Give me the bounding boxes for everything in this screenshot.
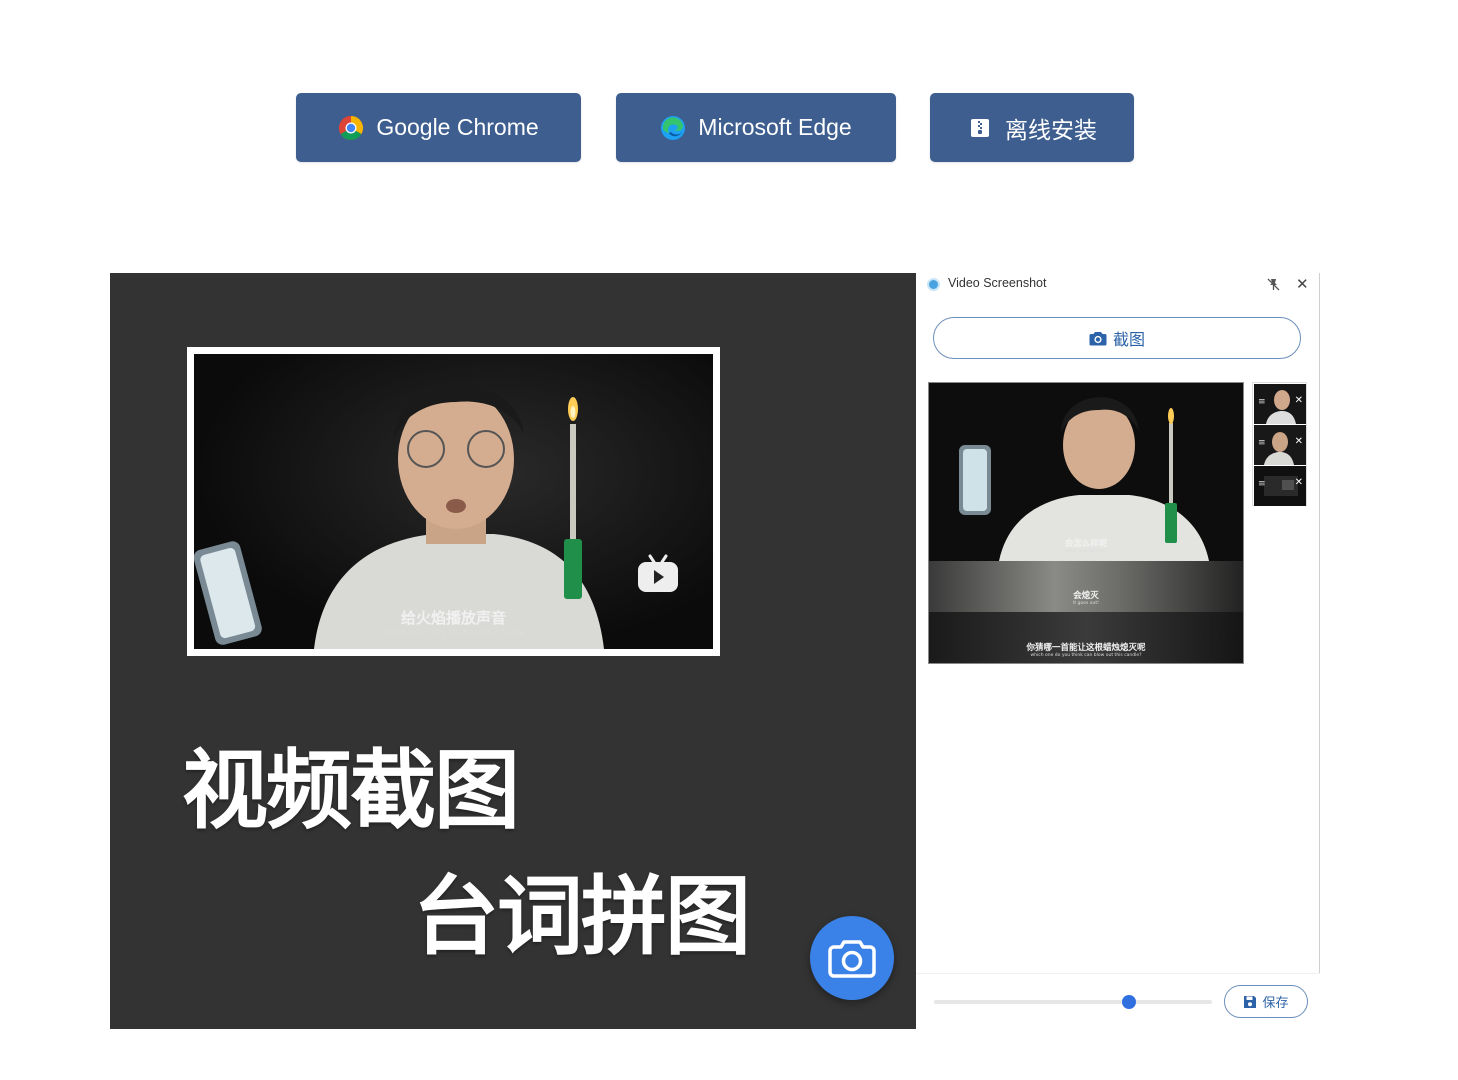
- panel-footer: 保存: [916, 973, 1320, 1029]
- headline-subtitle-collage: 台词拼图: [413, 867, 751, 967]
- collage-frame-image: [929, 383, 1243, 561]
- collage-subtitle-en: which one do you think can blow out this…: [1030, 653, 1142, 658]
- preview-subtitle-en: When you play sounds to a flame: [382, 628, 525, 638]
- drag-handle-icon[interactable]: ≡: [1258, 480, 1266, 489]
- remove-thumbnail-icon[interactable]: ✕: [1295, 478, 1303, 488]
- thumbnail-item[interactable]: ≡ ✕: [1254, 384, 1306, 424]
- panel-header: Video Screenshot ✕: [916, 273, 1320, 297]
- collage-strip: 你猜哪一首能让这根蜡烛熄灭呢 which one do you think ca…: [929, 612, 1243, 663]
- microsoft-edge-label: Microsoft Edge: [698, 114, 852, 140]
- microsoft-edge-button[interactable]: Microsoft Edge: [616, 93, 896, 162]
- camera-icon: [828, 940, 876, 978]
- app-logo-icon: [927, 278, 940, 291]
- collage-strip: 会熄灭 It goes out!: [929, 561, 1243, 612]
- subtitle-collage: 会怎么样呢 What will happen? 会熄灭 It goes out!…: [928, 382, 1244, 664]
- collage-subtitle-cn: 会熄灭: [1073, 591, 1099, 601]
- collage-frame: 会怎么样呢 What will happen?: [929, 383, 1243, 561]
- preview-subtitle-cn: 给火焰播放声音: [400, 609, 506, 627]
- collage-subtitle-cn: 你猜哪一首能让这根蜡烛熄灭呢: [1026, 643, 1146, 653]
- demo-stage: 给火焰播放声音 When you play sounds to a flame …: [110, 273, 916, 1029]
- save-label: 保存: [1262, 996, 1289, 1011]
- offline-install-button[interactable]: 离线安装: [930, 93, 1134, 162]
- headline-video-screenshot: 视频截图: [182, 741, 520, 841]
- panel-title: Video Screenshot: [948, 276, 1047, 290]
- video-preview: 给火焰播放声音 When you play sounds to a flame: [187, 347, 720, 656]
- remove-thumbnail-icon[interactable]: ✕: [1295, 437, 1303, 447]
- zip-file-icon: [971, 118, 989, 137]
- video-frame: 给火焰播放声音 When you play sounds to a flame: [194, 354, 713, 649]
- thumbnail-list: ≡ ✕ ≡ ✕ ≡ ✕: [1252, 382, 1307, 506]
- drag-handle-icon[interactable]: ≡: [1258, 439, 1266, 448]
- capture-button[interactable]: 截图: [933, 317, 1301, 359]
- drag-handle-icon[interactable]: ≡: [1258, 398, 1266, 407]
- chrome-icon: [339, 115, 364, 140]
- camera-icon: [1089, 331, 1107, 345]
- unpin-icon[interactable]: [1266, 277, 1281, 292]
- save-button[interactable]: 保存: [1224, 985, 1308, 1018]
- capture-fab-button[interactable]: [810, 916, 894, 1000]
- close-icon[interactable]: ✕: [1296, 275, 1309, 293]
- collage-subtitle-cn: 会怎么样呢: [1064, 539, 1108, 549]
- video-scene: [194, 385, 604, 649]
- thumbnail-item[interactable]: ≡ ✕: [1254, 466, 1306, 506]
- remove-thumbnail-icon[interactable]: ✕: [1295, 396, 1303, 406]
- collage-subtitle-en: What will happen?: [1065, 549, 1107, 554]
- video-play-tv-icon[interactable]: [636, 552, 680, 594]
- edge-icon: [661, 115, 686, 140]
- slider-thumb[interactable]: [1121, 995, 1136, 1009]
- collage-subtitle-en: It goes out!: [1073, 601, 1099, 606]
- google-chrome-label: Google Chrome: [376, 114, 539, 140]
- thumbnail-item[interactable]: ≡ ✕: [1254, 425, 1306, 465]
- capture-label: 截图: [1112, 330, 1145, 349]
- slider-track-fill: [934, 1000, 1129, 1004]
- size-slider[interactable]: [934, 995, 1212, 1009]
- video-screenshot-panel: Video Screenshot ✕ 截图 会怎么样呢 What will ha…: [916, 273, 1320, 1029]
- google-chrome-button[interactable]: Google Chrome: [296, 93, 581, 162]
- offline-install-label: 离线安装: [1005, 116, 1097, 143]
- save-icon: [1244, 995, 1257, 1008]
